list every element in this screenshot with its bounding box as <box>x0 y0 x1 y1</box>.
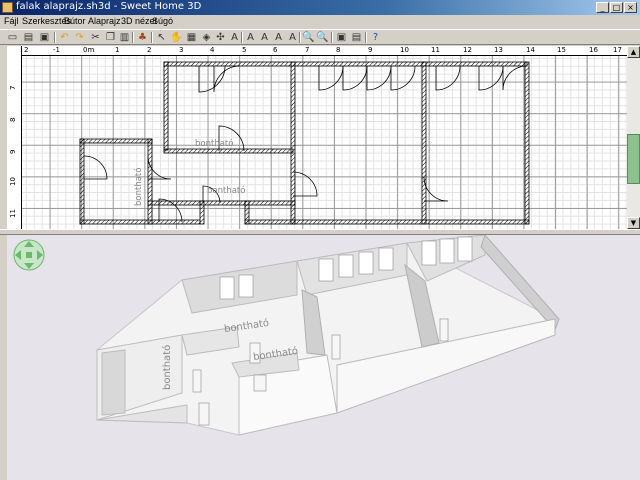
ruler-top-label: 6 <box>273 46 278 54</box>
ruler-top-label: 10 <box>400 46 409 54</box>
ruler-top-label: 2 <box>147 46 152 54</box>
ruler-top-label: 15 <box>557 46 566 54</box>
app-icon <box>2 2 13 13</box>
app-window: falak alaprajz.sh3d - Sweet Home 3D _ □ … <box>0 0 640 480</box>
ruler-left-label: 11 <box>9 209 17 218</box>
zoom-in-text-icon[interactable]: A <box>244 31 257 44</box>
ruler-left-label: 10 <box>9 177 17 186</box>
ruler-top-label: 4 <box>210 46 215 54</box>
text-style-2-icon[interactable]: A <box>286 31 299 44</box>
toolbar-separator <box>331 32 333 43</box>
paste-icon[interactable]: ▥ <box>118 31 131 44</box>
plan-label-removable[interactable]: bontható <box>207 186 245 196</box>
ruler-top-label: 8 <box>336 46 341 54</box>
plan-view[interactable]: 2 -1 0m 1 2 3 4 5 6 7 8 9 10 11 12 13 14… <box>7 46 627 229</box>
minimize-button[interactable]: _ <box>596 2 609 13</box>
menu-plan[interactable]: Alaprajz <box>88 16 121 26</box>
ruler-top-label: 12 <box>463 46 472 54</box>
ruler-top-label: 11 <box>431 46 440 54</box>
plan-label-removable[interactable]: bontható <box>134 168 144 206</box>
ruler-top-label: 7 <box>305 46 310 54</box>
save-file-icon[interactable]: ▣ <box>38 31 51 44</box>
ruler-top-label: -1 <box>53 46 60 54</box>
close-button[interactable]: × <box>624 2 637 13</box>
zoom-out-text-icon[interactable]: A <box>258 31 271 44</box>
select-mode-icon[interactable]: ↖ <box>155 31 168 44</box>
scroll-thumb[interactable] <box>627 134 640 184</box>
toolbar-separator <box>151 32 153 43</box>
new-file-icon[interactable]: ▭ <box>6 31 19 44</box>
toolbar-separator <box>241 32 243 43</box>
ruler-left-label: 9 <box>9 149 17 154</box>
ruler-top: 2 -1 0m 1 2 3 4 5 6 7 8 9 10 11 12 13 14… <box>7 46 627 56</box>
ruler-top-label: 9 <box>368 46 373 54</box>
3d-navigation-arrows-icon[interactable] <box>13 239 45 271</box>
ruler-top-label: 16 <box>589 46 598 54</box>
3d-label-removable: bontható <box>162 344 173 390</box>
scroll-down-button[interactable]: ▼ <box>627 217 640 229</box>
ruler-top-label: 13 <box>494 46 503 54</box>
toolbar: ▭ ▤ ▣ ↶ ↷ ✂ ❐ ▥ ♣ ↖ ✋ ▦ ◈ ✣ A A A A A 🔍 … <box>0 29 640 45</box>
window-title: falak alaprajz.sh3d - Sweet Home 3D <box>16 1 202 12</box>
undo-icon[interactable]: ↶ <box>58 31 71 44</box>
menu-file[interactable]: Fájl <box>4 16 19 26</box>
menu-bar: Fájl Szerkesztés Bútor Alaprajz 3D nézet… <box>0 15 640 29</box>
toolbar-separator <box>54 32 56 43</box>
menu-furniture[interactable]: Bútor <box>64 16 86 26</box>
video-icon[interactable]: ▤ <box>350 31 363 44</box>
redo-icon[interactable]: ↷ <box>73 31 86 44</box>
photo-icon[interactable]: ▣ <box>335 31 348 44</box>
create-walls-icon[interactable]: ▦ <box>185 31 198 44</box>
plan-vertical-scrollbar[interactable]: ▲ ▼ <box>627 46 640 229</box>
toolbar-separator <box>299 32 301 43</box>
create-dimensions-icon[interactable]: ✣ <box>214 31 227 44</box>
plan-label-removable[interactable]: bontható <box>195 139 233 149</box>
maximize-button[interactable]: □ <box>610 2 623 13</box>
copy-icon[interactable]: ❐ <box>104 31 117 44</box>
ruler-top-label: 3 <box>179 46 184 54</box>
3d-house-model[interactable] <box>7 235 640 480</box>
3d-view[interactable]: bontható bontható bontható <box>7 235 640 480</box>
open-file-icon[interactable]: ▤ <box>22 31 35 44</box>
menu-help[interactable]: Súgó <box>152 16 173 26</box>
scroll-up-button[interactable]: ▲ <box>627 46 640 58</box>
ruler-top-label: 1 <box>115 46 120 54</box>
add-furniture-icon[interactable]: ♣ <box>136 31 149 44</box>
ruler-top-label: 2 <box>24 46 29 54</box>
ruler-left-label: 7 <box>9 85 17 90</box>
ruler-left-label: 8 <box>9 117 17 122</box>
create-rooms-icon[interactable]: ◈ <box>200 31 213 44</box>
toolbar-separator <box>132 32 134 43</box>
help-icon[interactable]: ? <box>369 31 382 44</box>
ruler-top-label: 17 <box>613 46 622 54</box>
text-style-1-icon[interactable]: A <box>272 31 285 44</box>
floor-plan-walls[interactable] <box>7 46 627 229</box>
pan-mode-icon[interactable]: ✋ <box>170 31 183 44</box>
zoom-out-icon[interactable]: 🔍 <box>316 31 329 44</box>
cut-icon[interactable]: ✂ <box>89 31 102 44</box>
ruler-top-label: 14 <box>526 46 535 54</box>
add-text-icon[interactable]: A <box>228 31 241 44</box>
title-bar: falak alaprajz.sh3d - Sweet Home 3D _ □ … <box>0 0 640 15</box>
ruler-left: 7 8 9 10 11 <box>7 46 22 229</box>
left-gutter <box>0 46 7 480</box>
toolbar-separator <box>365 32 367 43</box>
zoom-in-icon[interactable]: 🔍 <box>302 31 315 44</box>
ruler-top-label: 5 <box>242 46 247 54</box>
ruler-top-label: 0m <box>83 46 95 54</box>
